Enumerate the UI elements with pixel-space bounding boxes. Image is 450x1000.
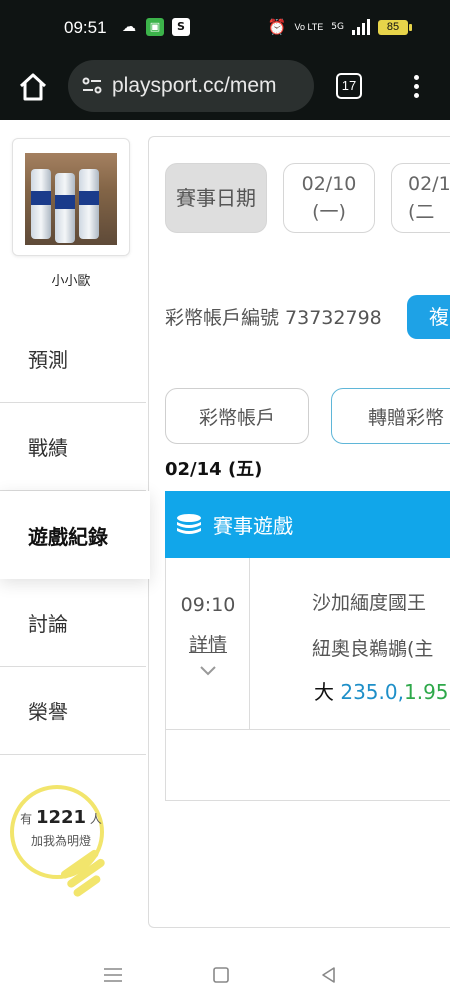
sidebar-item-honors[interactable]: 榮譽 xyxy=(0,667,146,755)
system-navigation-bar xyxy=(0,950,450,1000)
url-text: playsport.cc/mem xyxy=(112,74,277,97)
home-icon[interactable] xyxy=(16,70,50,104)
copy-button[interactable]: 複 xyxy=(407,295,450,339)
status-time: 09:51 xyxy=(64,18,107,37)
back-icon[interactable] xyxy=(314,960,344,990)
bet-value: 235.0, xyxy=(340,680,404,704)
tab-coin-account[interactable]: 彩幣帳戶 xyxy=(165,388,309,444)
app-notification-icon: ▣ xyxy=(146,18,164,36)
date-chip-date: 02/1 xyxy=(408,173,450,195)
s-app-icon: S xyxy=(172,18,190,36)
tabs-icon[interactable]: 17 xyxy=(336,73,362,99)
signal-icon xyxy=(352,19,370,35)
game-section-title: 賽事遊戲 xyxy=(213,514,293,538)
bet-odds: 1.95 xyxy=(403,680,449,704)
fans-prefix: 有 xyxy=(20,812,33,826)
tab-transfer-coins[interactable]: 轉贈彩幣 xyxy=(331,388,450,444)
browser-toolbar: playsport.cc/mem 17 xyxy=(0,56,450,120)
weather-icon: ☁ xyxy=(122,19,136,35)
url-bar[interactable]: playsport.cc/mem xyxy=(68,60,314,112)
fans-caption: 加我為明燈 xyxy=(30,834,91,848)
site-settings-icon[interactable] xyxy=(80,74,104,98)
network-type: 5G xyxy=(331,22,344,32)
date-chip[interactable]: 02/1 (二 xyxy=(391,163,450,233)
recents-icon[interactable] xyxy=(98,960,128,990)
date-chip-weekday: (二 xyxy=(408,201,435,223)
home-team: 紐奧良鵜鶘(主 xyxy=(312,638,434,660)
username: 小小歐 xyxy=(51,274,91,289)
date-chip-date: 02/10 xyxy=(301,173,357,195)
more-menu-icon[interactable] xyxy=(410,68,422,104)
status-bar: 09:51 ☁ ▣ S ⏰ Vo LTE 5G 85 xyxy=(0,0,450,56)
volte-indicator: Vo LTE xyxy=(294,21,324,32)
account-number: 彩幣帳戶編號 73732798 xyxy=(165,307,382,329)
details-link[interactable]: 詳情 xyxy=(166,630,250,657)
battery-icon: 85 xyxy=(378,19,412,35)
game-time: 09:10 xyxy=(180,594,236,616)
date-filter-label[interactable]: 賽事日期 xyxy=(165,163,267,233)
away-team: 沙加緬度國王 xyxy=(312,592,427,614)
home-square-icon[interactable] xyxy=(206,960,236,990)
date-chip-weekday: (一) xyxy=(312,201,346,223)
bet-line: 大 235.0,1.95 xyxy=(314,676,449,705)
alarm-icon: ⏰ xyxy=(267,18,287,36)
coin-stack-icon xyxy=(177,513,201,534)
sidebar-item-predictions[interactable]: 預測 xyxy=(0,315,146,403)
follow-lightbulb[interactable]: 有 1221 人 加我為明燈 xyxy=(10,785,120,905)
avatar[interactable] xyxy=(12,138,130,256)
date-chip[interactable]: 02/10 (一) xyxy=(283,163,375,233)
sidebar: 小小歐 預測 戰績 遊戲紀錄 討論 榮譽 有 1221 人 加我為明燈 xyxy=(0,120,150,950)
main-panel: 賽事日期 02/10 (一) 02/1 (二 彩幣帳戶編號 73732798 複… xyxy=(148,136,450,928)
table-row: 09:10 詳情 沙加緬度國王 紐奧良鵜鶘(主 大 235.0,1.95 xyxy=(166,558,450,730)
chevron-down-icon[interactable] xyxy=(198,664,218,678)
sidebar-item-discussion[interactable]: 討論 xyxy=(0,579,146,667)
section-date: 02/14 (五) xyxy=(165,459,263,480)
fans-count: 1221 xyxy=(35,807,87,828)
game-table: 09:10 詳情 沙加緬度國王 紐奧良鵜鶘(主 大 235.0,1.95 xyxy=(165,558,450,801)
bet-type: 大 xyxy=(314,680,334,704)
avatar-image xyxy=(25,153,117,245)
fans-suffix: 人 xyxy=(89,812,102,826)
sidebar-item-record[interactable]: 戰績 xyxy=(0,403,146,491)
sidebar-item-game-history[interactable]: 遊戲紀錄 xyxy=(0,491,150,579)
game-section-header: 賽事遊戲 xyxy=(165,491,450,558)
sidebar-nav: 預測 戰績 遊戲紀錄 討論 榮譽 xyxy=(0,315,150,755)
